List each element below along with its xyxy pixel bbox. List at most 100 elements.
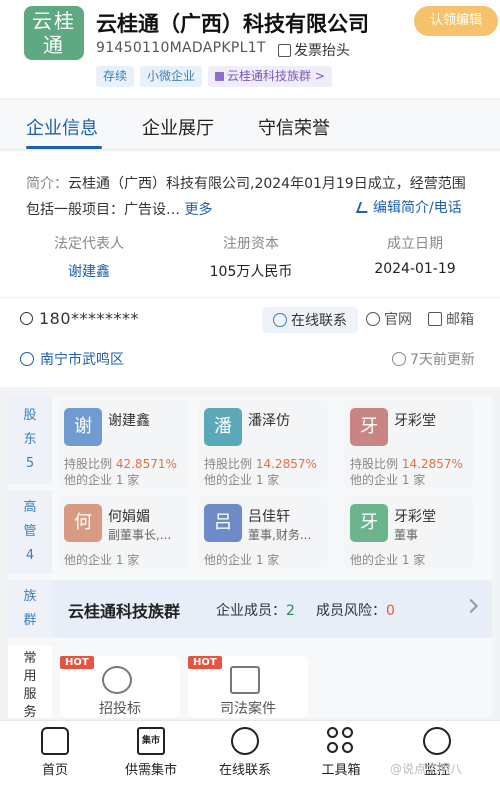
share-ratio-value: 42.8571% xyxy=(115,457,177,471)
group-tag[interactable]: 云桂通科技族群 > xyxy=(208,66,332,87)
edit-intro-label: 编辑简介/电话 xyxy=(373,200,462,216)
intro-label: 简介： xyxy=(26,176,68,192)
logo-line1: 云桂 xyxy=(32,9,76,33)
claim-edit-button[interactable]: 认领编辑 xyxy=(414,6,498,36)
share-ratio-value: 14.2857% xyxy=(401,457,463,471)
shareholder-card[interactable]: 潘 潘泽仿 持股比例 14.2857% 他的企业 1 家 xyxy=(198,400,328,488)
document-icon xyxy=(230,666,260,694)
status-tag: 存续 xyxy=(96,66,135,87)
shareholder-side-label[interactable]: 股 东 5 xyxy=(8,396,52,484)
location[interactable]: 南宁市武鸣区 xyxy=(20,349,124,369)
manager-card[interactable]: 吕 吕佳轩 董事,财务... 他的企业 1 家 xyxy=(198,496,328,568)
members-value: 2 xyxy=(286,603,295,619)
toolbox-icon xyxy=(327,727,355,755)
founded-date: 成立日期 2024-01-19 xyxy=(340,233,490,277)
nav-toolbox[interactable]: 工具箱 xyxy=(296,727,386,778)
legal-rep-label: 法定代表人 xyxy=(54,236,124,252)
share-ratio-label: 持股比例 xyxy=(204,457,253,471)
share-ratio: 持股比例 14.2857% xyxy=(204,455,317,472)
camera-icon xyxy=(423,727,451,755)
nav-market[interactable]: 集市 供需集市 xyxy=(106,727,196,778)
website-label: 官网 xyxy=(384,312,412,328)
registered-capital: 注册资本 105万人民币 xyxy=(176,233,326,281)
company-logo: 云桂 通 xyxy=(24,6,84,60)
company-header: 云桂 通 云桂通（广西）科技有限公司 认领编辑 91450110MADAPKPL… xyxy=(0,0,500,98)
nav-online-contact[interactable]: 在线联系 xyxy=(200,727,290,778)
group-side-label: 族 群 xyxy=(8,580,52,638)
other-companies: 他的企业 1 家 xyxy=(204,553,280,567)
email-link[interactable]: 邮箱 xyxy=(428,309,474,329)
invoice-label: 发票抬头 xyxy=(294,43,350,59)
group-name: 云桂通科技族群 xyxy=(68,602,181,621)
intro-more-link[interactable]: 更多 xyxy=(184,202,212,218)
manager-role: 董事,财务... xyxy=(248,528,312,542)
side-char: 用 xyxy=(23,669,37,684)
share-ratio-label: 持股比例 xyxy=(350,457,399,471)
tab-honors[interactable]: 守信荣誉 xyxy=(258,114,330,140)
online-contact-button[interactable]: 在线联系 xyxy=(262,307,358,333)
founded-label: 成立日期 xyxy=(387,236,443,252)
side-char: 4 xyxy=(25,548,35,563)
side-char: 高 xyxy=(23,500,37,515)
service-legal-cases[interactable]: HOT 司法案件 xyxy=(188,656,308,718)
shareholder-name: 潘泽仿 xyxy=(248,413,290,429)
shareholder-name: 谢建鑫 xyxy=(108,413,150,429)
founded-value: 2024-01-19 xyxy=(374,261,456,277)
side-char: 常 xyxy=(23,651,37,666)
phone-number[interactable]: 180******** xyxy=(20,309,139,328)
manager-role: 副董事长,... xyxy=(108,528,172,542)
divider xyxy=(0,297,500,298)
holders-section: 股 东 5 谢 谢建鑫 持股比例 42.8571% 他的企业 1 家 潘 潘泽仿… xyxy=(8,396,492,720)
hot-badge: HOT xyxy=(60,656,94,669)
edit-intro-button[interactable]: 编辑简介/电话 xyxy=(355,197,462,217)
risk-value: 0 xyxy=(386,603,395,619)
group-members: 企业成员：2 xyxy=(216,600,295,620)
manager-card[interactable]: 何 何娟媚 副董事长,... 他的企业 1 家 xyxy=(58,496,188,568)
share-ratio: 持股比例 14.2857% xyxy=(350,455,463,472)
manager-name: 何娟媚 xyxy=(108,509,150,525)
invoice-title-button[interactable]: 发票抬头 xyxy=(278,40,350,60)
tab-company-hall[interactable]: 企业展厅 xyxy=(142,114,214,140)
other-companies: 他的企业 1 家 xyxy=(64,473,140,487)
avatar: 吕 xyxy=(204,504,242,542)
headset-icon xyxy=(273,313,287,327)
service-bidding[interactable]: HOT 招投标 xyxy=(60,656,180,718)
chevron-right-icon xyxy=(463,598,479,614)
avatar: 牙 xyxy=(350,408,388,446)
service-label: 招投标 xyxy=(99,701,141,717)
nav-label: 工具箱 xyxy=(321,763,361,778)
members-label: 企业成员： xyxy=(216,603,286,619)
group-tag-label: 云桂通科技族群 > xyxy=(227,69,325,83)
email-label: 邮箱 xyxy=(446,312,474,328)
legal-rep-value[interactable]: 谢建鑫 xyxy=(14,261,164,281)
other-companies: 他的企业 1 家 xyxy=(350,473,426,487)
watermark: @说点文明八 xyxy=(390,762,463,776)
shareholder-card[interactable]: 牙 牙彩堂 持股比例 14.2857% 他的企业 1 家 xyxy=(344,400,474,488)
manager-card[interactable]: 牙 牙彩堂 董事 他的企业 1 家 xyxy=(344,496,474,568)
group-icon xyxy=(215,72,225,81)
risk-label: 成员风险： xyxy=(316,603,386,619)
shareholder-card[interactable]: 谢 谢建鑫 持股比例 42.8571% 他的企业 1 家 xyxy=(58,400,188,488)
update-status: 7天前更新 xyxy=(392,349,475,369)
side-char: 东 xyxy=(23,432,37,447)
website-link[interactable]: 官网 xyxy=(366,309,412,329)
avatar: 牙 xyxy=(350,504,388,542)
chat-icon xyxy=(231,727,259,755)
tab-bar: 企业信息 企业展厅 守信荣誉 xyxy=(0,100,500,150)
side-char: 5 xyxy=(25,456,35,471)
nav-home[interactable]: 首页 xyxy=(10,727,100,778)
avatar: 谢 xyxy=(64,408,102,446)
manager-side-label[interactable]: 高 管 4 xyxy=(8,490,52,574)
location-text: 南宁市武鸣区 xyxy=(40,352,124,368)
online-contact-label: 在线联系 xyxy=(291,313,347,329)
credit-code: 91450110MADAPKPL1T xyxy=(96,40,266,56)
side-char: 群 xyxy=(23,613,37,628)
company-name: 云桂通（广西）科技有限公司 xyxy=(96,12,369,36)
target-icon xyxy=(102,666,132,694)
tab-company-info[interactable]: 企业信息 xyxy=(26,114,98,140)
group-card[interactable]: 云桂通科技族群 企业成员：2 成员风险：0 xyxy=(52,580,492,638)
nav-label: 在线联系 xyxy=(218,763,271,778)
share-ratio-value: 14.2857% xyxy=(255,457,317,471)
legal-rep: 法定代表人 谢建鑫 xyxy=(14,233,164,281)
side-char: 服 xyxy=(23,687,37,702)
